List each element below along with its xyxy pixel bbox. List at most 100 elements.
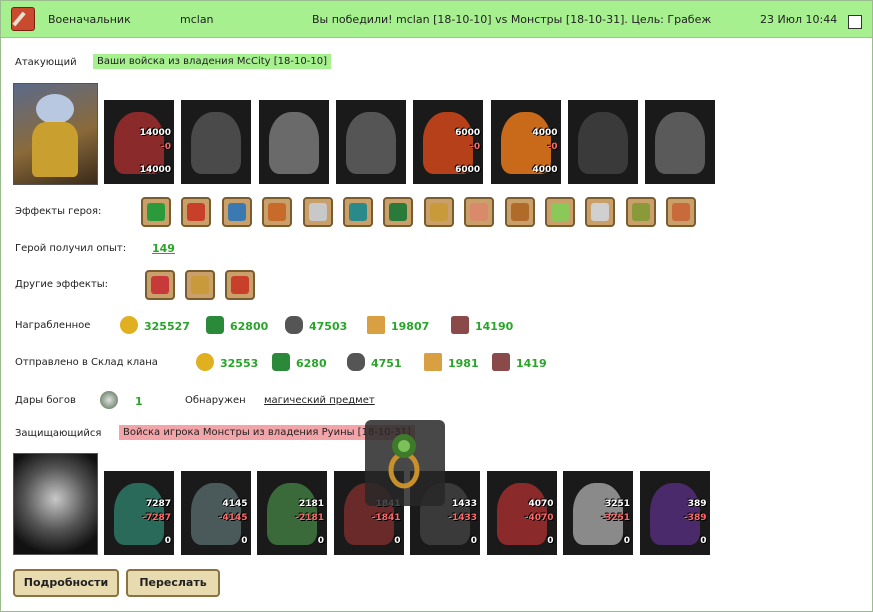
attacker-unit-card[interactable] bbox=[258, 100, 329, 184]
defender-unit-count-mid: -4070 bbox=[524, 513, 554, 523]
defender-unit-count-bot: 0 bbox=[394, 536, 401, 546]
castle-effect-glyph bbox=[268, 203, 287, 221]
player-name: mclan bbox=[180, 13, 214, 26]
stone-icon bbox=[492, 353, 510, 371]
scroll-effect-icon[interactable] bbox=[585, 197, 616, 227]
sent-label: Отправлено в Склад клана bbox=[15, 357, 158, 368]
attacker-unit-card[interactable] bbox=[335, 100, 406, 184]
defender-unit-count-bot: 0 bbox=[700, 536, 707, 546]
defender-unit-card[interactable]: 389 -389 0 bbox=[639, 471, 710, 555]
magic-item-link[interactable]: магический предмет bbox=[264, 395, 375, 406]
defender-unit-count-bot: 0 bbox=[164, 536, 171, 546]
defender-unit-count-mid: -2181 bbox=[295, 513, 324, 523]
castle-effect-icon[interactable] bbox=[262, 197, 293, 227]
sword-heart-effect-glyph bbox=[231, 276, 249, 294]
sent-grain-value: 1981 bbox=[448, 357, 479, 370]
defender-unit-card[interactable]: 3251 -3251 0 bbox=[563, 471, 633, 555]
dice-effect-icon[interactable] bbox=[302, 197, 333, 227]
attacker-unit-count-bot: 4000 bbox=[532, 165, 558, 175]
battle-time: 23 Июл 10:44 bbox=[760, 13, 838, 26]
shield-effect-icon[interactable] bbox=[343, 197, 373, 227]
defender-unit-count-mid: -389 bbox=[683, 513, 707, 523]
sword-effect-glyph bbox=[147, 203, 165, 221]
hide-effect-icon[interactable] bbox=[464, 197, 495, 227]
dice-effect-glyph bbox=[308, 203, 327, 221]
select-checkbox[interactable] bbox=[848, 15, 862, 29]
defender-unit-count-bot: 0 bbox=[547, 536, 554, 546]
sword-heart-effect-icon[interactable] bbox=[225, 270, 255, 300]
defender-unit-count-top: 389 bbox=[687, 499, 707, 509]
attacker-unit-count-mid: -0 bbox=[470, 142, 481, 152]
attacker-unit-card[interactable]: 6000 -0 6000 bbox=[413, 100, 484, 184]
defender-unit-count-mid: -4145 bbox=[218, 513, 248, 523]
details-button[interactable]: Подробности bbox=[13, 569, 119, 597]
sword-logo-icon bbox=[11, 7, 35, 31]
sent-stone-value: 1419 bbox=[516, 357, 547, 370]
attacker-army-tag: Ваши войска из владения McCity [18-10-10… bbox=[93, 54, 331, 69]
looted-label: Награбленное bbox=[15, 320, 91, 331]
beast-effect-icon[interactable] bbox=[666, 197, 697, 227]
attacker-unit-card[interactable]: 4000 -0 4000 bbox=[490, 100, 561, 184]
attacker-unit-card[interactable] bbox=[181, 100, 252, 184]
report-header: Военачальник mclan Вы победили! mclan [1… bbox=[1, 1, 872, 38]
deal-effect-icon[interactable] bbox=[383, 197, 414, 227]
staff-effect-icon[interactable] bbox=[625, 197, 656, 227]
looted-gold-value: 325527 bbox=[144, 320, 190, 333]
defender-unit-card[interactable]: 7287 -7287 0 bbox=[104, 471, 174, 555]
gold-icon bbox=[196, 353, 214, 371]
handshake-effect-glyph bbox=[187, 203, 206, 221]
hero-effects-label: Эффекты героя: bbox=[15, 206, 102, 217]
coins-effect-glyph bbox=[191, 276, 209, 294]
hand-effect-icon[interactable] bbox=[221, 197, 252, 227]
defender-unit-count-mid: -7287 bbox=[142, 513, 171, 523]
defender-hero-portrait[interactable] bbox=[13, 453, 98, 555]
hero-exp-value[interactable]: 149 bbox=[152, 242, 175, 255]
attacker-unit-card[interactable] bbox=[567, 100, 638, 184]
sent-wood-value: 6280 bbox=[296, 357, 327, 370]
attacker-unit-image bbox=[191, 112, 242, 174]
defender-unit-count-bot: 0 bbox=[470, 536, 477, 546]
defender-unit-card[interactable]: 4070 -4070 0 bbox=[486, 471, 557, 555]
scroll-bug-effect-icon[interactable] bbox=[504, 197, 535, 227]
defender-unit-count-mid: -1433 bbox=[448, 513, 477, 523]
attacker-unit-card[interactable]: 14000 -0 14000 bbox=[104, 100, 174, 184]
ring-effect-glyph bbox=[551, 203, 569, 221]
handshake-effect-icon[interactable] bbox=[181, 197, 212, 227]
attacker-unit-image bbox=[655, 112, 706, 174]
found-label: Обнаружен bbox=[185, 395, 246, 406]
sword-effect-icon[interactable] bbox=[141, 197, 171, 227]
attacker-unit-count-top: 6000 bbox=[455, 128, 481, 138]
shield-effect-glyph bbox=[349, 203, 367, 221]
defender-unit-count-bot: 0 bbox=[623, 536, 630, 546]
attacker-unit-count-bot: 14000 bbox=[139, 165, 171, 175]
heart-swords-effect-icon[interactable] bbox=[145, 270, 175, 300]
defender-unit-count-mid: -3251 bbox=[601, 513, 630, 523]
sent-gold-value: 32553 bbox=[220, 357, 259, 370]
attacker-unit-count-mid: -0 bbox=[547, 142, 558, 152]
grain-icon bbox=[367, 316, 385, 334]
gifts-value: 1 bbox=[135, 395, 143, 408]
defender-unit-count-bot: 0 bbox=[317, 536, 324, 546]
attacker-unit-count-top: 14000 bbox=[139, 128, 171, 138]
wood-icon bbox=[272, 353, 290, 371]
attacker-unit-card[interactable] bbox=[645, 100, 716, 184]
wood-icon bbox=[206, 316, 224, 334]
defender-unit-card[interactable]: 4145 -4145 0 bbox=[180, 471, 251, 555]
attacker-unit-count-mid: -0 bbox=[161, 142, 171, 152]
battle-result: Вы победили! mclan [18-10-10] vs Монстры… bbox=[312, 13, 712, 26]
heart-swords-effect-glyph bbox=[151, 276, 169, 294]
attacker-unit-count-bot: 6000 bbox=[455, 165, 481, 175]
looted-stone-value: 14190 bbox=[475, 320, 514, 333]
defender-label: Защищающийся bbox=[15, 428, 102, 439]
forward-button[interactable]: Переслать bbox=[126, 569, 220, 597]
coins-effect-icon[interactable] bbox=[185, 270, 215, 300]
defender-unit-count-bot: 0 bbox=[241, 536, 248, 546]
sack-effect-icon[interactable] bbox=[423, 197, 454, 227]
sack-effect-glyph bbox=[429, 203, 448, 221]
hero-exp-label: Герой получил опыт: bbox=[15, 243, 127, 254]
defender-unit-count-mid: -1841 bbox=[371, 513, 401, 523]
attacker-label: Атакующий bbox=[15, 57, 77, 68]
attacker-hero-portrait[interactable] bbox=[13, 83, 98, 185]
ring-effect-icon[interactable] bbox=[545, 197, 575, 227]
defender-unit-card[interactable]: 2181 -2181 0 bbox=[257, 471, 327, 555]
